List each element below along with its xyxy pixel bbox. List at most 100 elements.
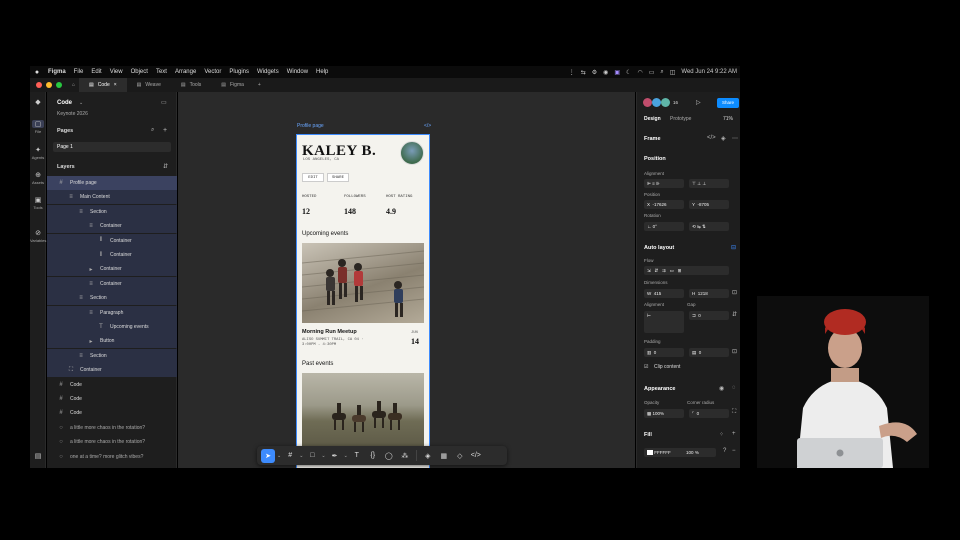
flip-controls[interactable]: ⟲ ⇋ ⇅ bbox=[689, 222, 729, 231]
frame-heading[interactable]: Frame bbox=[644, 136, 661, 142]
code-icon[interactable]: </> bbox=[424, 123, 431, 129]
frame-label[interactable]: Profile page bbox=[297, 123, 324, 129]
menu-object[interactable]: Object bbox=[127, 69, 152, 75]
gap-field[interactable]: ⊐ 0 bbox=[689, 311, 729, 320]
close-icon[interactable]: × bbox=[114, 82, 117, 88]
search-icon[interactable]: ⌕ bbox=[151, 127, 154, 134]
width-field[interactable]: W 415 bbox=[644, 289, 684, 298]
layer-item[interactable]: ⦀ Container bbox=[47, 248, 177, 262]
layer-item[interactable]: # Code bbox=[47, 392, 177, 406]
control-center-icon[interactable]: ◫ bbox=[667, 69, 679, 76]
component-icon[interactable]: ▦ bbox=[437, 449, 451, 463]
padding-v-field[interactable]: ▤ 0 bbox=[689, 348, 729, 357]
menu-figma[interactable]: Figma bbox=[44, 69, 70, 75]
add-fill-icon[interactable]: + bbox=[732, 431, 736, 437]
actions-tool-icon[interactable]: ⁂ bbox=[398, 449, 412, 463]
user-count[interactable]: 16 bbox=[673, 100, 678, 105]
menu-arrange[interactable]: Arrange bbox=[171, 69, 200, 75]
rail-variables[interactable]: ⊘ Variables bbox=[30, 229, 46, 243]
height-field[interactable]: H 1218 bbox=[689, 289, 729, 298]
battery-icon[interactable]: ▭ bbox=[646, 69, 658, 76]
status-icon[interactable]: ⋮ bbox=[566, 69, 578, 76]
layer-item[interactable]: ⛶ Container bbox=[47, 363, 177, 378]
layers-options-icon[interactable]: ⇵ bbox=[163, 163, 168, 170]
minimize-window-icon[interactable] bbox=[46, 82, 52, 88]
layer-item[interactable]: ○ one at a time? more glitch vibes? bbox=[47, 450, 177, 464]
layer-item[interactable]: ≡ Main Content bbox=[47, 190, 177, 205]
tab-design[interactable]: Design bbox=[644, 116, 661, 122]
rail-file[interactable]: ▢ File bbox=[30, 120, 46, 134]
layer-item[interactable]: ▸ Container bbox=[47, 262, 177, 277]
move-tool-icon[interactable]: ➤ bbox=[261, 448, 275, 463]
add-page-icon[interactable]: + bbox=[163, 127, 167, 134]
comment-tool-icon[interactable]: ◯ bbox=[382, 449, 396, 463]
fill-field[interactable]: FFFFFF 100 % bbox=[644, 448, 716, 457]
more-icon[interactable]: ⋯ bbox=[732, 135, 738, 142]
status-icon[interactable]: ⇆ bbox=[578, 69, 589, 76]
rotation-field[interactable]: ∟ 0° bbox=[644, 222, 684, 231]
rail-tools[interactable]: ▣ Tools bbox=[30, 196, 46, 210]
opacity-field[interactable]: ▩ 100% bbox=[644, 409, 684, 418]
chevron-down-icon[interactable]: ⌄ bbox=[299, 453, 303, 459]
menu-help[interactable]: Help bbox=[312, 69, 332, 75]
share-button[interactable]: Share bbox=[717, 98, 739, 108]
chevron-down-icon[interactable]: ⌄ bbox=[277, 453, 281, 459]
pen-tool-icon[interactable]: ✒ bbox=[328, 449, 342, 463]
record-icon[interactable]: ▣ bbox=[611, 69, 623, 76]
help-icon[interactable]: ? bbox=[723, 448, 726, 454]
zoom-level[interactable]: 71% bbox=[723, 116, 733, 122]
canvas[interactable]: Profile page </> KALEY B. LOS ANGELES, C… bbox=[178, 92, 635, 468]
panel-toggle-icon[interactable]: ▤ bbox=[30, 452, 46, 461]
clock-text[interactable]: Wed Jun 24 9:22 AM bbox=[678, 69, 740, 75]
maximize-window-icon[interactable] bbox=[56, 82, 62, 88]
code-icon[interactable]: </> bbox=[707, 135, 716, 141]
new-tab-icon[interactable]: + bbox=[254, 82, 265, 88]
frame-tool-icon[interactable]: # bbox=[283, 449, 297, 463]
layer-item[interactable]: # Code bbox=[47, 378, 177, 392]
prototype-icon[interactable]: ◇ bbox=[453, 449, 467, 463]
code-tool-icon[interactable]: {} bbox=[366, 449, 380, 463]
chevron-down-icon[interactable]: ⌄ bbox=[344, 453, 348, 459]
shape-tool-icon[interactable]: □ bbox=[305, 449, 319, 463]
menu-file[interactable]: File bbox=[70, 69, 88, 75]
constrain-icon[interactable]: ⊡ bbox=[732, 289, 737, 296]
align-vertical-controls[interactable]: ⊤ ⊥ ⊥ bbox=[689, 179, 729, 188]
layer-item[interactable]: ▸ Button bbox=[47, 334, 177, 349]
apple-icon[interactable]: ● bbox=[30, 69, 44, 76]
status-icon[interactable]: ⚙ bbox=[589, 69, 600, 76]
dev-mode-icon[interactable]: ◈ bbox=[421, 449, 435, 463]
sidebar-toggle-icon[interactable]: ▭ bbox=[161, 99, 167, 106]
menu-widgets[interactable]: Widgets bbox=[253, 69, 283, 75]
padding-options-icon[interactable]: ⊡ bbox=[732, 348, 737, 355]
corner-options-icon[interactable]: ⛶ bbox=[732, 409, 736, 416]
file-title[interactable]: Code bbox=[57, 100, 72, 106]
layer-item[interactable]: T Upcoming events bbox=[47, 320, 177, 334]
menu-window[interactable]: Window bbox=[283, 69, 312, 75]
profile-frame[interactable]: KALEY B. LOS ANGELES, CA EDIT SHARE HOST… bbox=[296, 134, 430, 468]
text-tool-icon[interactable]: T bbox=[350, 449, 364, 463]
layer-item[interactable]: ≡ Section bbox=[47, 204, 177, 219]
layer-item[interactable]: ○ a little more chaos in the rotation? bbox=[47, 435, 177, 449]
status-icon[interactable]: ◉ bbox=[600, 69, 611, 76]
avatar[interactable] bbox=[661, 98, 670, 107]
layer-item[interactable]: ≡ Section bbox=[47, 348, 177, 363]
layer-item[interactable]: ≡ Container bbox=[47, 219, 177, 234]
play-icon[interactable]: ▷ bbox=[696, 99, 701, 106]
component-icon[interactable]: ◈ bbox=[721, 135, 726, 142]
chevron-down-icon[interactable]: ⌄ bbox=[79, 100, 83, 106]
y-field[interactable]: Y -8705 bbox=[689, 200, 729, 209]
padding-h-field[interactable]: ▥ 0 bbox=[644, 348, 684, 357]
page-item[interactable]: Page 1 bbox=[53, 142, 171, 152]
layer-item[interactable]: ≡ Section bbox=[47, 291, 177, 306]
alignment-grid[interactable]: ⊢ bbox=[644, 311, 684, 333]
auto-layout-icon[interactable]: ⊟ bbox=[731, 244, 736, 251]
layer-item[interactable]: ⦀ Container bbox=[47, 233, 177, 248]
avatar[interactable] bbox=[652, 98, 661, 107]
tab-figma[interactable]: ▤ Figma bbox=[211, 78, 254, 92]
spacing-icon[interactable]: ⇵ bbox=[732, 311, 737, 318]
tab-tools[interactable]: ▤ Tools bbox=[171, 78, 211, 92]
tab-code[interactable]: ▤ Code × bbox=[79, 78, 127, 92]
flow-controls[interactable]: ⇲ ⇵ ⇉ ▭ ⊞ bbox=[644, 266, 729, 275]
edit-button[interactable]: EDIT bbox=[302, 173, 324, 182]
align-horizontal-controls[interactable]: ⊫ ≡ ⊪ bbox=[644, 179, 684, 188]
